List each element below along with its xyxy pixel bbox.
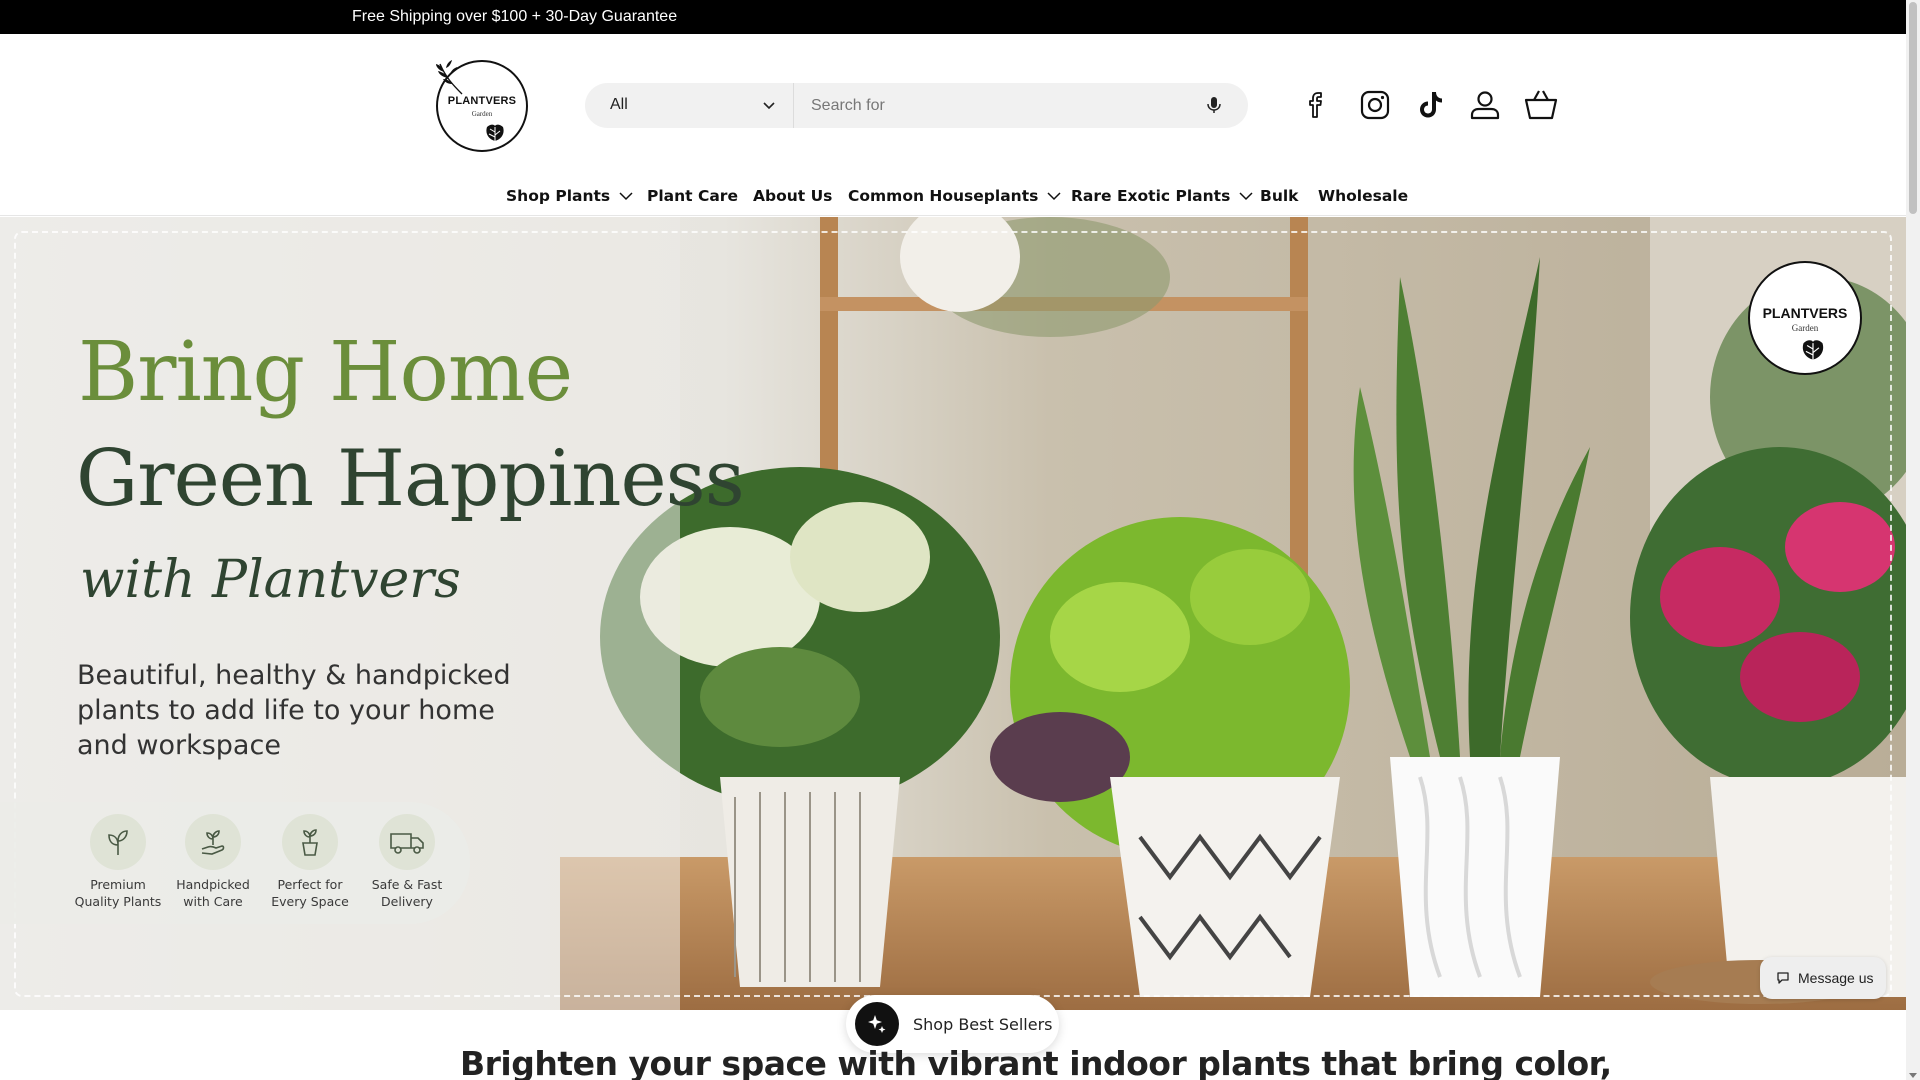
nav-item-label: About Us	[753, 187, 833, 205]
message-us-button[interactable]: Message us	[1760, 957, 1886, 999]
hero-description: Beautiful, healthy & handpicked plants t…	[77, 660, 511, 761]
search-bar: All	[585, 83, 1248, 128]
chat-bubble-icon	[1777, 972, 1789, 984]
nav-item-common-houseplants[interactable]: Common Houseplants	[848, 184, 1062, 208]
chevron-down-icon	[1047, 192, 1061, 201]
nav-item-label: Rare Exotic Plants	[1071, 187, 1231, 205]
page-scrollbar[interactable]	[1906, 0, 1920, 1080]
nav-item-label: Shop Plants	[506, 187, 611, 205]
tiktok-icon[interactable]	[1413, 87, 1449, 123]
message-us-label: Message us	[1798, 970, 1874, 986]
search-input[interactable]	[795, 83, 1175, 128]
shop-best-sellers-label: Shop Best Sellers	[913, 1014, 1053, 1034]
nav-item-label: Plant Care	[647, 187, 738, 205]
basket-icon[interactable]	[1523, 87, 1559, 123]
announcement-bar: Free Shipping over $100 + 30-Day Guarant…	[0, 0, 1920, 34]
feature-line1: Handpicked	[176, 877, 250, 892]
facebook-icon[interactable]	[1300, 87, 1336, 123]
feature-fast-delivery: Safe & Fast Delivery	[352, 802, 462, 910]
logo-subtitle: Garden	[471, 110, 493, 118]
logo-wordmark: PLANTVERS	[447, 95, 517, 107]
account-icon[interactable]	[1467, 87, 1503, 123]
corner-logo-subtitle: Garden	[1791, 323, 1819, 333]
feature-line2: Every Space	[271, 894, 349, 909]
feature-handpicked: Handpicked with Care	[158, 802, 268, 910]
nav-item-label: Wholesale	[1318, 187, 1409, 205]
feature-line2: with Care	[183, 894, 243, 909]
chevron-down-icon	[1239, 192, 1253, 201]
delivery-truck-icon	[379, 814, 435, 870]
nav-item-rare-exotic-plants[interactable]: Rare Exotic Plants	[1071, 184, 1254, 208]
hero-features: Premium Quality Plants Handpicked with Car…	[0, 802, 470, 924]
sparkle-icon	[855, 1002, 899, 1046]
scrollbar-thumb[interactable]	[1909, 2, 1917, 214]
feature-line1: Perfect for	[277, 877, 343, 892]
feature-line1: Safe & Fast	[371, 877, 443, 892]
hero-corner-logo: PLANTVERS Garden	[1748, 261, 1862, 375]
nav-item-label: Bulk	[1260, 187, 1299, 205]
corner-logo-wordmark: PLANTVERS	[1762, 305, 1848, 321]
chevron-down-icon	[619, 192, 633, 201]
potted-plant-icon	[282, 814, 338, 870]
brand-logo[interactable]: PLANTVERS Garden	[436, 60, 528, 152]
feature-premium-quality: Premium Quality Plants	[63, 802, 173, 910]
hand-plant-icon	[185, 814, 241, 870]
nav-item-shop-plants[interactable]: Shop Plants	[506, 184, 634, 208]
announcement-text: Free Shipping over $100 + 30-Day Guarant…	[352, 8, 678, 25]
scroll-down-arrow-icon[interactable]	[1909, 1073, 1917, 1078]
monstera-leaf-icon	[484, 122, 506, 145]
feature-line2: Quality Plants	[74, 894, 162, 909]
hero-title-line1: Bring Home	[78, 325, 573, 420]
hero-script-tagline: with Plantvers	[80, 550, 461, 610]
nav-item-label: Common Houseplants	[848, 187, 1039, 205]
nav-item-wholesale[interactable]: Wholesale	[1318, 184, 1408, 208]
nav-item-plant-care[interactable]: Plant Care	[647, 184, 738, 208]
search-category-select[interactable]: All	[585, 83, 794, 128]
feature-line1: Premium	[90, 877, 146, 892]
nav-item-about-us[interactable]: About Us	[753, 184, 832, 208]
nav-item-bulk[interactable]: Bulk	[1260, 184, 1298, 208]
plant-icon	[90, 814, 146, 870]
feature-every-space: Perfect for Every Space	[255, 802, 365, 910]
feature-line2: Delivery	[381, 894, 433, 909]
instagram-icon[interactable]	[1357, 87, 1393, 123]
hero-title-line2: Green Happiness	[76, 434, 745, 524]
section-heading: Brighten your space with vibrant indoor …	[460, 1044, 1612, 1080]
chevron-down-icon	[763, 102, 775, 110]
microphone-icon[interactable]	[1203, 94, 1225, 116]
leaf-sprig-icon	[436, 60, 463, 95]
monstera-leaf-icon	[1800, 337, 1826, 366]
hero-banner[interactable]: Bring Home Green Happiness with Plantver…	[0, 217, 1906, 1010]
search-category-value: All	[610, 96, 628, 113]
